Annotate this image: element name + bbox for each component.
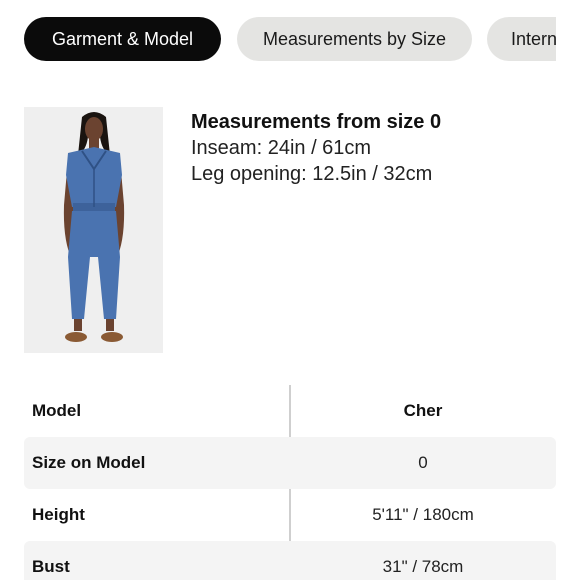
row-label: Height xyxy=(32,505,85,524)
product-photo xyxy=(24,107,163,353)
inseam-measurement: Inseam: 24in / 61cm xyxy=(191,137,372,159)
model-details-table: Model Cher Size on Model 0 Height 5'11" … xyxy=(24,385,556,580)
tab-label: Measurements by Size xyxy=(262,28,447,49)
table-row: Model Cher xyxy=(24,385,556,437)
table-row: Height 5'11" / 180cm xyxy=(24,489,556,541)
row-label: Size on Model xyxy=(32,453,146,472)
measurements-title: Measurements from size 0 xyxy=(191,111,442,133)
row-value: 0 xyxy=(418,453,428,472)
table-row: Size on Model 0 xyxy=(24,437,556,489)
row-value: 5'11" / 180cm xyxy=(372,505,474,524)
row-label: Bust xyxy=(32,557,70,576)
page: Garment & Model Measurements by Size Int… xyxy=(0,0,580,580)
tab-label: Intern xyxy=(511,28,556,49)
row-value: Cher xyxy=(403,401,443,420)
table-row: Bust 31" / 78cm xyxy=(24,541,556,580)
measurements-info: Measurements from size 0 Inseam: 24in / … xyxy=(191,109,441,187)
tab-label: Garment & Model xyxy=(51,28,194,49)
tab-international[interactable]: Intern xyxy=(487,17,556,61)
row-label: Model xyxy=(32,401,82,420)
model-figure-image xyxy=(24,107,163,353)
leg-opening-measurement: Leg opening: 12.5in / 32cm xyxy=(191,163,433,185)
tab-bar: Garment & Model Measurements by Size Int… xyxy=(24,17,556,61)
row-value: 31" / 78cm xyxy=(382,557,464,576)
tab-garment-model[interactable]: Garment & Model xyxy=(24,17,221,61)
tab-measurements-by-size[interactable]: Measurements by Size xyxy=(237,17,472,61)
